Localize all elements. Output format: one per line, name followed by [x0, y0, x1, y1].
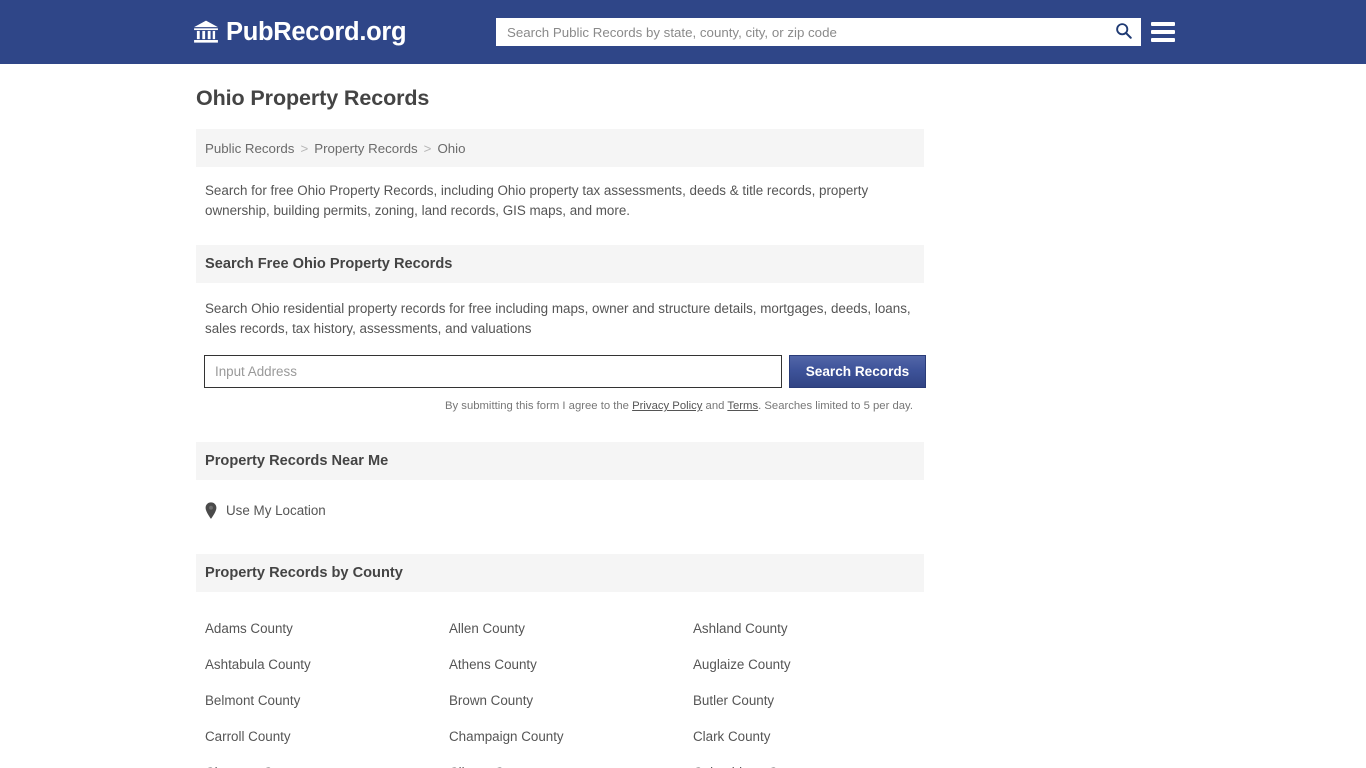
near-me-section-heading: Property Records Near Me — [205, 453, 389, 469]
search-section-body: Search Ohio residential property records… — [196, 283, 926, 412]
page-body: Ohio Property Records Public Records > P… — [0, 64, 1366, 768]
disclaimer-suffix: . Searches limited to 5 per day. — [758, 400, 913, 412]
use-my-location-link[interactable]: Use My Location — [205, 502, 326, 519]
county-link[interactable]: Auglaize County — [693, 657, 791, 672]
search-icon — [1115, 22, 1132, 42]
site-header: PubRecord.org — [0, 0, 1366, 64]
county-section-header: Property Records by County — [196, 554, 924, 592]
breadcrumb-item-public-records[interactable]: Public Records — [205, 141, 294, 156]
county-link[interactable]: Athens County — [449, 657, 537, 672]
county-link-cell: Butler County — [693, 682, 915, 718]
county-link[interactable]: Butler County — [693, 693, 774, 708]
county-link-cell: Champaign County — [449, 718, 693, 754]
county-link[interactable]: Clark County — [693, 729, 770, 744]
county-link[interactable]: Columbiana County — [693, 765, 811, 768]
county-link-cell: Ashtabula County — [205, 646, 449, 682]
near-me-section-body: Use My Location — [196, 480, 924, 524]
county-link[interactable]: Ashtabula County — [205, 657, 311, 672]
county-section-heading: Property Records by County — [205, 565, 403, 581]
county-link-cell: Carroll County — [205, 718, 449, 754]
county-link-cell: Clermont County — [205, 754, 449, 768]
breadcrumb-separator: > — [300, 140, 309, 156]
county-link[interactable]: Champaign County — [449, 729, 564, 744]
county-link-cell: Allen County — [449, 610, 693, 646]
site-logo-text: PubRecord.org — [226, 18, 407, 46]
county-link-cell: Ashland County — [693, 610, 915, 646]
hamburger-menu-icon[interactable] — [1151, 20, 1175, 44]
breadcrumb-item-property-records[interactable]: Property Records — [314, 141, 417, 156]
header-search-input[interactable] — [497, 19, 1106, 45]
county-link[interactable]: Brown County — [449, 693, 533, 708]
breadcrumb-item-ohio: Ohio — [437, 140, 466, 156]
county-link[interactable]: Clinton County — [449, 765, 537, 768]
disclaimer-prefix: By submitting this form I agree to the — [444, 400, 633, 412]
header-search-button[interactable] — [1106, 19, 1140, 45]
county-links-grid: Adams County Allen County Ashland County As… — [196, 592, 924, 768]
county-link[interactable]: Adams County — [205, 621, 293, 636]
county-link-cell: Columbiana County — [693, 754, 915, 768]
county-link[interactable]: Belmont County — [205, 693, 300, 708]
county-link-cell: Clinton County — [449, 754, 693, 768]
search-section-description: Search Ohio residential property records… — [205, 301, 911, 336]
form-disclaimer: By submitting this form I agree to the P… — [205, 400, 915, 412]
privacy-policy-link[interactable]: Privacy Policy — [632, 400, 702, 412]
map-pin-icon — [205, 502, 217, 519]
near-me-section-header: Property Records Near Me — [196, 442, 924, 480]
hamburger-bar — [1151, 38, 1175, 42]
address-input[interactable] — [204, 355, 782, 388]
county-link[interactable]: Clermont County — [205, 765, 305, 768]
page-intro-text: Search for free Ohio Property Records, i… — [205, 183, 869, 218]
bank-building-icon — [193, 19, 219, 45]
county-link-cell: Adams County — [205, 610, 449, 646]
hamburger-bar — [1151, 22, 1175, 26]
county-link-cell: Brown County — [449, 682, 693, 718]
site-logo-link[interactable]: PubRecord.org — [193, 17, 407, 47]
page-title: Ohio Property Records — [196, 86, 430, 110]
property-search-form: Search Records — [204, 355, 926, 388]
county-link[interactable]: Ashland County — [693, 621, 788, 636]
county-link-cell: Auglaize County — [693, 646, 915, 682]
header-search-bar — [496, 18, 1141, 46]
terms-link[interactable]: Terms — [727, 400, 758, 412]
search-section-header: Search Free Ohio Property Records — [196, 245, 924, 283]
county-link[interactable]: Allen County — [449, 621, 525, 636]
county-link-cell: Clark County — [693, 718, 915, 754]
search-records-button[interactable]: Search Records — [789, 355, 926, 388]
disclaimer-conjunction: and — [702, 400, 728, 412]
content-container: Ohio Property Records Public Records > P… — [196, 64, 926, 768]
hamburger-bar — [1151, 30, 1175, 34]
county-link[interactable]: Carroll County — [205, 729, 291, 744]
county-link-cell: Belmont County — [205, 682, 449, 718]
breadcrumb: Public Records > Property Records > Ohio — [196, 129, 924, 167]
breadcrumb-separator: > — [423, 140, 432, 156]
county-link-cell: Athens County — [449, 646, 693, 682]
use-my-location-label: Use My Location — [226, 503, 326, 518]
search-section-heading: Search Free Ohio Property Records — [205, 256, 453, 272]
